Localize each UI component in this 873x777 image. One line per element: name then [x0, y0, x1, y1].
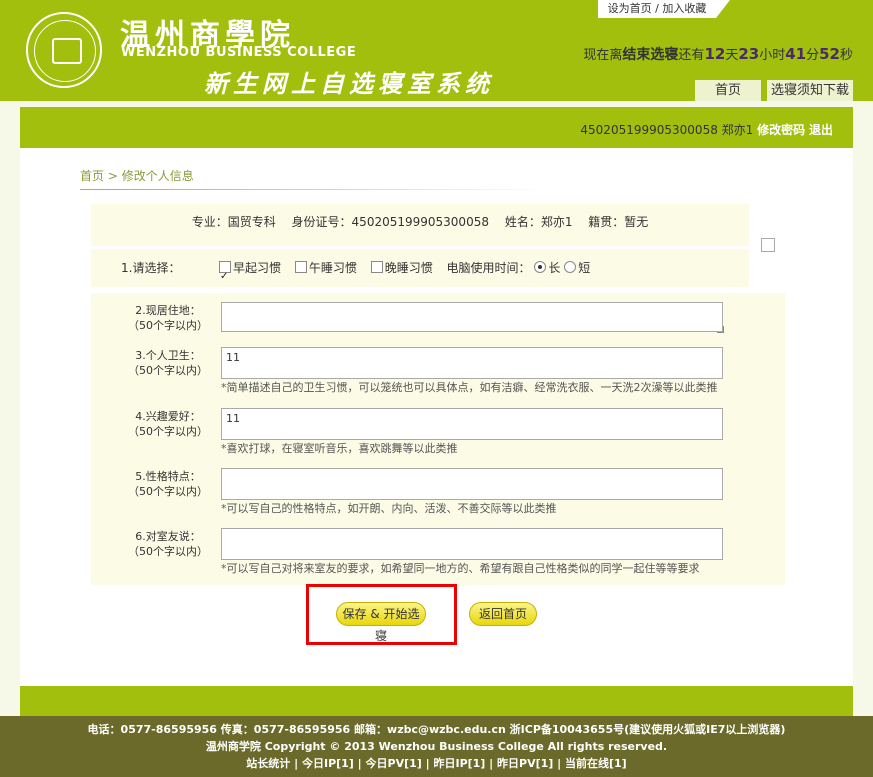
- footer-stats[interactable]: 站长统计 | 今日IP[1] | 今日PV[1] | 昨日IP[1] | 昨日P…: [0, 755, 873, 772]
- change-password-link[interactable]: 修改密码: [757, 123, 805, 137]
- checkbox-icon[interactable]: [294, 261, 307, 273]
- personality-hint: *可以写自己的性格特点，如开朗、内向、活泼、不善交际等以此类推: [221, 502, 557, 515]
- user-name: 郑亦1: [721, 123, 754, 137]
- highlight-box: [306, 584, 457, 645]
- hobbies-hint: *喜欢打球，在寝室听音乐，喜欢跳舞等以此类推: [221, 442, 458, 455]
- top-links[interactable]: 设为首页 / 加入收藏: [598, 0, 716, 18]
- computer-time-label: 电脑使用时间：: [446, 261, 531, 275]
- student-origin: 籍贯：暂无: [588, 215, 649, 229]
- logo-emblem-icon: [52, 38, 82, 64]
- header: 设为首页 / 加入收藏 温州商學院 WENZHOU BUSINESS COLLE…: [0, 0, 873, 101]
- profile-form: 2.现居住地： （50个字以内） 3.个人卫生： （50个字以内） 11 *简单描述…: [91, 293, 785, 585]
- footer-copyright: 温州商学院 Copyright © 2013 Wenzhou Business …: [205, 740, 668, 753]
- college-logo: [26, 12, 102, 88]
- footer: 电话：0577-86595956 传真：0577-86595956 邮箱：wzb…: [0, 716, 873, 777]
- nap-checkbox[interactable]: 午睡习惯: [294, 261, 357, 275]
- late-sleep-checkbox[interactable]: 晚睡习惯: [370, 261, 433, 275]
- college-name-en: WENZHOU BUSINESS COLLEGE: [121, 45, 357, 60]
- select-label: 1.请选择：: [121, 261, 181, 275]
- nav-guide-download-button[interactable]: 选寝须知下载: [767, 80, 853, 101]
- roommate-message-textarea[interactable]: [221, 528, 723, 560]
- system-title: 新生网上自选寝室系统: [204, 69, 494, 98]
- residence-textarea[interactable]: [221, 302, 723, 332]
- computer-time-long-radio[interactable]: 长: [534, 261, 560, 275]
- checkbox-checked-icon[interactable]: [219, 258, 231, 296]
- roommate-message-hint: *可以写自己对将来室友的要求，如希望同一地方的、希望有跟自己性格类似的同学一起住…: [221, 562, 700, 575]
- radio-selected-icon[interactable]: [534, 261, 547, 273]
- countdown: 现在离结束选寝还有12天23小时41分52秒: [583, 45, 853, 63]
- user-bar: 450205199905300058 郑亦1 修改密码 退出: [20, 107, 853, 148]
- user-id: 450205199905300058: [580, 123, 718, 137]
- student-id-card: 身份证号：450205199905300058: [291, 215, 489, 229]
- footer-contact: 电话：0577-86595956 传真：0577-86595956 邮箱：wzb…: [87, 723, 786, 736]
- student-major: 专业：国贸专科: [191, 215, 276, 229]
- computer-time-short-radio[interactable]: 短: [564, 261, 590, 275]
- user-info: 450205199905300058 郑亦1 修改密码 退出: [580, 121, 833, 138]
- nav-home-button[interactable]: 首页: [695, 80, 761, 101]
- top-links-tail: [716, 0, 730, 18]
- breadcrumb: 首页 > 修改个人信息: [80, 169, 194, 183]
- personality-textarea[interactable]: [221, 468, 723, 500]
- back-home-button[interactable]: 返回首页: [469, 602, 537, 626]
- student-name: 姓名：郑亦1: [504, 215, 573, 229]
- breadcrumb-home[interactable]: 首页: [80, 169, 104, 183]
- checkbox-icon[interactable]: [370, 261, 383, 273]
- hobbies-textarea[interactable]: 11: [221, 408, 723, 440]
- hygiene-textarea[interactable]: 11: [221, 347, 723, 379]
- broken-image-icon: [761, 238, 775, 252]
- breadcrumb-divider: [80, 189, 550, 190]
- student-info: 专业：国贸专科 身份证号：450205199905300058 姓名：郑亦1 籍…: [91, 204, 749, 246]
- habit-select-row: 1.请选择： 早起习惯 午睡习惯 晚睡习惯 电脑使用时间： 长 短: [91, 249, 749, 296]
- radio-icon[interactable]: [564, 261, 577, 273]
- hygiene-hint: *简单描述自己的卫生习惯，可以笼统也可以具体点，如有洁癖、经常洗衣服、一天洗2次…: [221, 381, 718, 394]
- breadcrumb-current: 修改个人信息: [121, 169, 194, 183]
- resize-grip-icon[interactable]: [717, 326, 724, 333]
- early-rise-checkbox[interactable]: 早起习惯: [219, 258, 281, 296]
- bottom-bar: [20, 686, 853, 716]
- logout-link[interactable]: 退出: [809, 123, 833, 137]
